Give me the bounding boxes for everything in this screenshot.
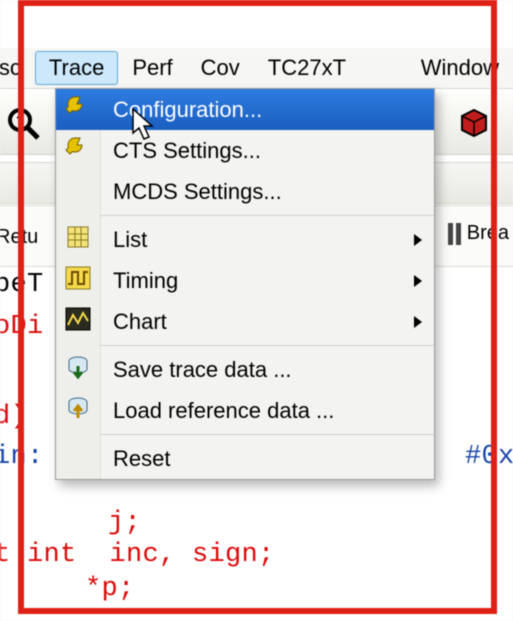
menu-perf[interactable]: Perf [118, 51, 186, 85]
grid-icon [66, 225, 90, 255]
menu-separator [100, 345, 434, 346]
load-db-icon [65, 395, 91, 427]
menu-item-save-trace[interactable]: Save trace data ... [56, 349, 434, 390]
break-label: Brea [467, 222, 509, 245]
menu-item-chart[interactable]: Chart [56, 301, 434, 342]
save-db-icon [65, 354, 91, 386]
stop-icon[interactable] [457, 106, 491, 146]
menu-item-label: Chart [101, 309, 434, 335]
menu-window[interactable]: Window [407, 51, 513, 85]
code-fragment: oDi [0, 308, 44, 346]
code-fragment: *p; [85, 570, 135, 608]
menu-item-label: MCDS Settings... [101, 179, 434, 205]
menu-trace[interactable]: Trace [35, 51, 118, 85]
menu-item-cts-settings[interactable]: CTS Settings... [56, 130, 434, 171]
chart-icon [65, 307, 91, 337]
menu-item-label: Load reference data ... [101, 398, 434, 424]
menu-separator [100, 215, 434, 216]
menu-tc27xt[interactable]: TC27xT [254, 51, 360, 85]
chevron-right-icon [414, 234, 422, 246]
chevron-right-icon [414, 275, 422, 287]
menu-item-load-reference[interactable]: Load reference data ... [56, 390, 434, 431]
timing-icon [65, 266, 91, 296]
menu-item-label: CTS Settings... [101, 138, 434, 164]
wrench-icon [65, 135, 91, 167]
chevron-right-icon [414, 316, 422, 328]
return-button-clip[interactable]: Retu [0, 226, 38, 249]
break-button-clip[interactable]: Brea [448, 222, 509, 245]
menu-item-label: Timing [101, 268, 434, 294]
menu-item-list[interactable]: List [56, 219, 434, 260]
code-fragment-right: #0x1 [465, 438, 513, 476]
svg-text:?: ? [16, 112, 25, 128]
menu-item-label: Configuration... [101, 97, 434, 123]
code-fragment: in: [0, 438, 44, 476]
menu-item-configuration[interactable]: Configuration... [56, 89, 434, 130]
menu-item-label: List [101, 227, 434, 253]
pause-icon [448, 223, 461, 245]
menubar: isc Trace Perf Cov TC27xT Window [0, 48, 513, 89]
menu-item-label: Save trace data ... [101, 357, 434, 383]
wrench-icon [65, 94, 91, 126]
code-fragment: beT [0, 266, 44, 304]
menu-item-reset[interactable]: Reset [56, 438, 434, 479]
menu-item-timing[interactable]: Timing [56, 260, 434, 301]
code-fragment: d) [0, 398, 27, 436]
trace-dropdown: Configuration... CTS Settings... MCDS Se… [55, 88, 435, 480]
menu-item-mcds-settings[interactable]: MCDS Settings... [56, 171, 434, 212]
app-window: isc Trace Perf Cov TC27xT Window ? Retu [0, 0, 513, 621]
menu-item-label: Reset [101, 446, 434, 472]
menu-misc[interactable]: isc [0, 51, 35, 85]
code-fragment: t int inc, sign; [0, 536, 275, 574]
menu-separator [100, 434, 434, 435]
help-icon[interactable]: ? [4, 104, 42, 148]
menu-cov[interactable]: Cov [187, 51, 254, 85]
